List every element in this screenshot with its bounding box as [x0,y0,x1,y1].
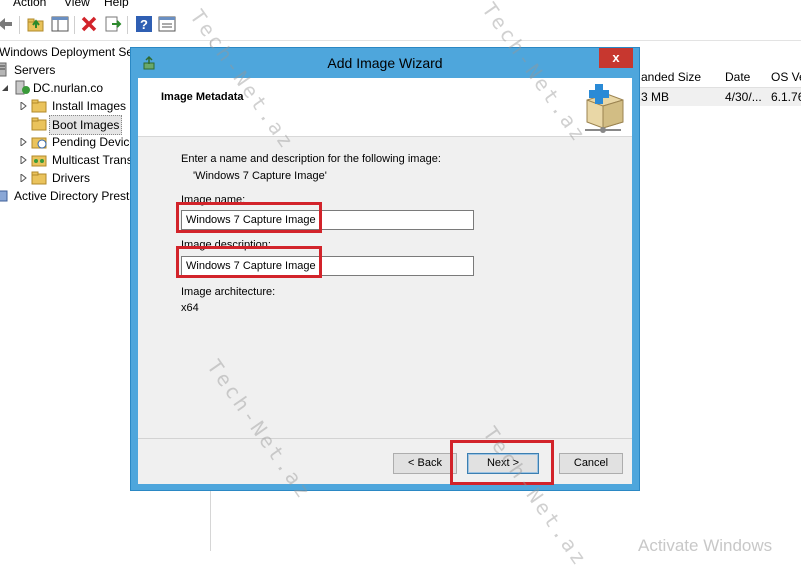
page-title: Image Metadata [161,91,244,103]
column-header-date[interactable]: Date [721,67,768,88]
menu-action[interactable]: Action [13,0,46,8]
close-button[interactable]: x [599,48,633,68]
activate-windows-watermark: Activate Windows [638,536,773,555]
cancel-button[interactable]: Cancel [559,453,623,474]
menu-bar: Action View Help [0,0,801,8]
folder-icon [31,171,47,185]
back-button[interactable]: < Back [393,453,457,474]
highlight-box-next [450,440,554,485]
cell-date[interactable]: 4/30/... [721,88,771,106]
collapsed-arrow-icon[interactable] [19,102,27,110]
server-icon [0,62,7,77]
toolbar: ? [0,8,801,41]
menu-view[interactable]: View [64,0,90,8]
up-folder-icon[interactable] [27,15,45,33]
cell-os-version[interactable]: 6.1.76 [767,88,801,106]
add-image-wizard-dialog: Add Image Wizard x Image Metadata Enter … [130,47,640,491]
folder-icon [31,117,47,131]
svg-text:?: ? [140,17,148,32]
show-hide-tree-icon[interactable] [51,15,69,33]
properties-icon[interactable] [158,15,176,33]
multicast-icon [31,155,47,167]
highlight-box-description [176,246,322,278]
pending-devices-icon [31,137,47,149]
add-image-box-icon [585,84,624,133]
expanded-arrow-icon[interactable] [1,84,9,92]
image-architecture-value: x64 [181,302,199,314]
cell-expanded-size[interactable]: 3 MB [637,88,725,106]
wizard-header: Image Metadata [138,78,632,137]
delete-icon[interactable] [80,15,98,33]
back-arrow-icon[interactable] [0,15,14,33]
column-header-expanded-size[interactable]: anded Size [637,67,722,88]
highlight-box-name [176,202,322,233]
collapsed-arrow-icon[interactable] [19,174,27,182]
footer-separator [138,438,632,439]
server-node-icon [15,80,30,95]
collapsed-arrow-icon[interactable] [19,138,27,146]
folder-icon [31,99,47,113]
toolbar-separator [127,16,128,34]
active-directory-icon [0,190,8,202]
image-reference-text: 'Windows 7 Capture Image' [193,170,327,182]
wizard-titlebar[interactable]: Add Image Wizard x [131,48,639,78]
collapsed-arrow-icon[interactable] [19,156,27,164]
help-icon[interactable]: ? [135,15,153,33]
toolbar-separator [19,16,20,34]
wizard-title: Add Image Wizard [327,55,443,71]
wizard-client-area: Image Metadata Enter a name and descript… [138,78,632,485]
export-icon[interactable] [104,15,122,33]
menu-help[interactable]: Help [104,0,129,8]
intro-text: Enter a name and description for the fol… [181,153,441,165]
image-architecture-label: Image architecture: [181,286,276,298]
column-header-os-version[interactable]: OS Ve [767,67,801,88]
toolbar-separator [74,16,75,34]
